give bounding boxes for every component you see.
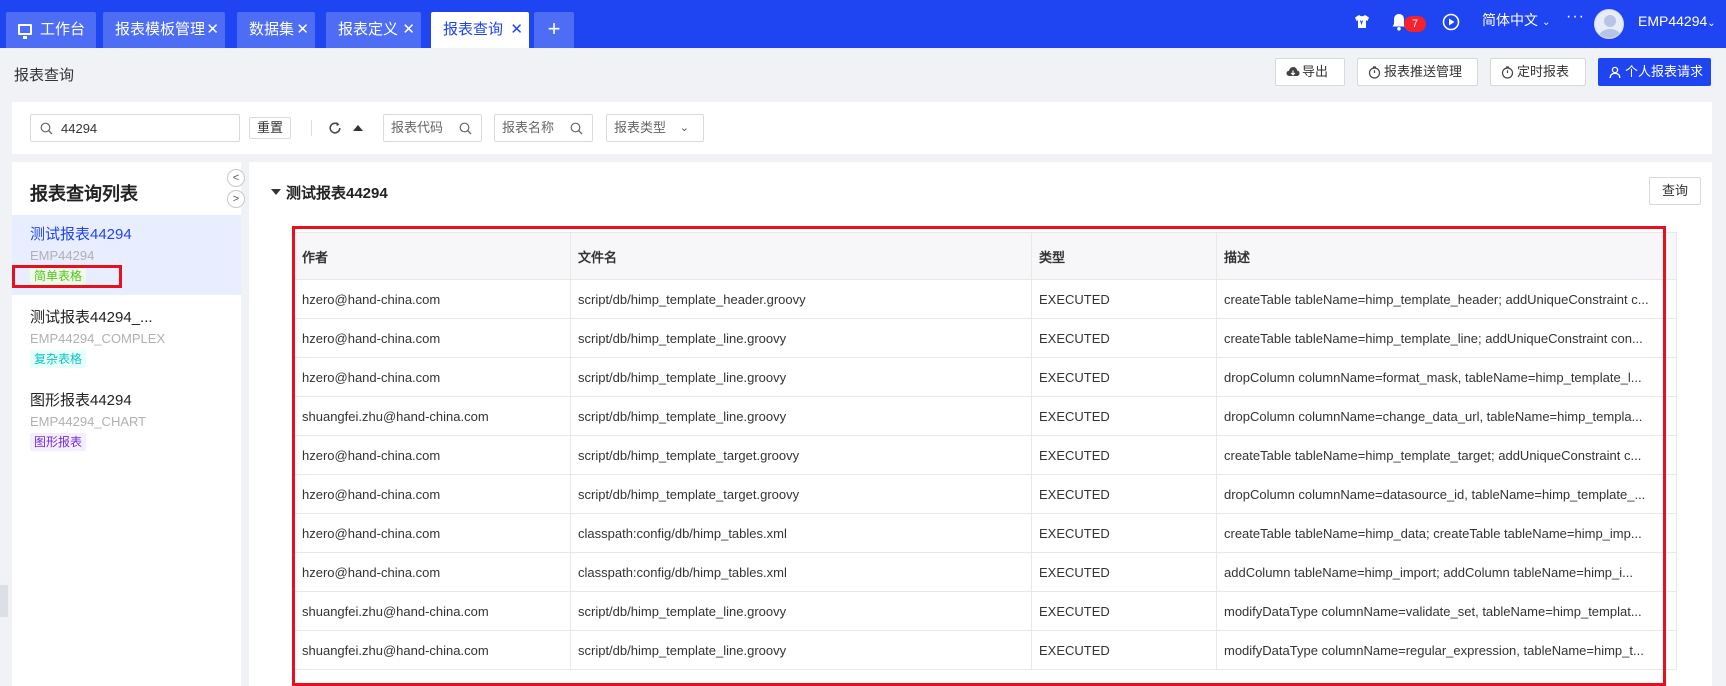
report-name-field[interactable]: 报表名称 [494, 114, 593, 142]
chevron-down-icon: ⌄ [1707, 18, 1716, 29]
panel-title: 报表查询列表 [30, 184, 138, 204]
language-selector[interactable]: 简体中文 ⌄ [1482, 10, 1550, 30]
tab-report-query[interactable]: 报表查询 ✕ [431, 12, 529, 48]
report-code: EMP44294_CHART [30, 414, 147, 429]
chevron-left-icon[interactable]: < [227, 169, 245, 187]
chevron-down-icon: ⌄ [679, 122, 689, 134]
reset-button[interactable]: 重置 [249, 117, 291, 139]
report-type-tag: 图形报表 [30, 433, 87, 451]
report-section-toggle[interactable]: 测试报表44294 [271, 182, 388, 203]
report-code: EMP44294_COMPLEX [30, 331, 166, 346]
personal-report-request-button[interactable]: 个人报表请求 [1598, 58, 1711, 86]
scheduled-report-button[interactable]: 定时报表 [1490, 58, 1586, 86]
caret-down-icon [271, 189, 281, 195]
report-code-field[interactable]: 报表代码 [383, 114, 482, 142]
export-label: 导出 [1302, 64, 1329, 79]
push-management-label: 报表推送管理 [1384, 64, 1463, 79]
tab-label: 数据集 [249, 21, 295, 38]
close-icon[interactable]: ✕ [510, 12, 523, 48]
language-label: 简体中文 [1482, 12, 1538, 28]
tab-label: 报表查询 [443, 21, 504, 38]
search-icon [459, 122, 472, 135]
query-button[interactable]: 查询 [1649, 177, 1701, 205]
close-icon[interactable]: ✕ [206, 12, 219, 48]
tab-label: 报表模板管理 [115, 21, 206, 38]
page-title: 报表查询 [14, 67, 75, 84]
refresh-icon[interactable] [328, 121, 342, 135]
report-title: 测试报表44294_... [30, 309, 153, 326]
close-icon[interactable]: ✕ [402, 12, 415, 48]
export-button[interactable]: 导出 [1275, 58, 1345, 86]
cloud-download-icon [1286, 67, 1300, 76]
user-avatar[interactable] [1594, 9, 1624, 39]
report-code-placeholder: 报表代码 [391, 120, 444, 135]
close-icon[interactable]: ✕ [296, 12, 309, 48]
stopwatch-icon [1501, 66, 1514, 79]
tab-dataset[interactable]: 数据集 ✕ [237, 12, 315, 48]
report-type-placeholder: 报表类型 [614, 120, 667, 135]
monitor-icon [18, 24, 32, 39]
report-push-management-button[interactable]: 报表推送管理 [1357, 58, 1478, 86]
search-icon [40, 122, 53, 135]
highlight-box [12, 265, 122, 288]
scheduled-report-label: 定时报表 [1517, 64, 1570, 79]
play-circle-icon[interactable] [1442, 13, 1460, 31]
report-code: EMP44294 [30, 248, 95, 263]
personal-report-request-label: 个人报表请求 [1625, 64, 1704, 79]
report-title: 图形报表44294 [30, 392, 132, 409]
scroll-stub [0, 585, 8, 617]
tab-label: 工作台 [40, 21, 86, 38]
add-tab-button[interactable]: + [534, 12, 574, 48]
user-icon [1609, 66, 1621, 79]
list-item[interactable]: 图形报表44294 EMP44294_CHART 图形报表 [12, 381, 241, 461]
notification-count-badge: 7 [1404, 16, 1426, 32]
report-name-placeholder: 报表名称 [502, 120, 555, 135]
list-item[interactable]: 测试报表44294_... EMP44294_COMPLEX 复杂表格 [12, 298, 241, 378]
report-type-select[interactable]: 报表类型 ⌄ [606, 114, 704, 142]
stopwatch-icon [1368, 66, 1381, 79]
search-input[interactable] [61, 118, 231, 138]
tab-report-definition[interactable]: 报表定义 ✕ [326, 12, 421, 48]
chevron-right-icon[interactable]: > [227, 190, 245, 208]
report-section-title: 测试报表44294 [286, 185, 388, 202]
more-options-icon[interactable]: ··· [1566, 8, 1585, 26]
tab-report-template-management[interactable]: 报表模板管理 ✕ [103, 12, 225, 48]
theme-shirt-icon[interactable] [1354, 14, 1370, 29]
tab-workbench[interactable]: 工作台 [6, 12, 96, 48]
caret-up-icon[interactable] [352, 123, 364, 133]
report-title: 测试报表44294 [30, 226, 132, 243]
user-menu[interactable]: EMP44294⌄ [1638, 13, 1716, 29]
highlight-box [292, 226, 1666, 686]
search-field[interactable] [30, 114, 240, 142]
search-icon [570, 122, 583, 135]
tab-label: 报表定义 [338, 21, 399, 38]
toolbar-divider [311, 120, 312, 136]
username-label: EMP44294 [1638, 13, 1708, 29]
chevron-down-icon: ⌄ [1542, 17, 1551, 28]
report-type-tag: 复杂表格 [30, 350, 87, 368]
